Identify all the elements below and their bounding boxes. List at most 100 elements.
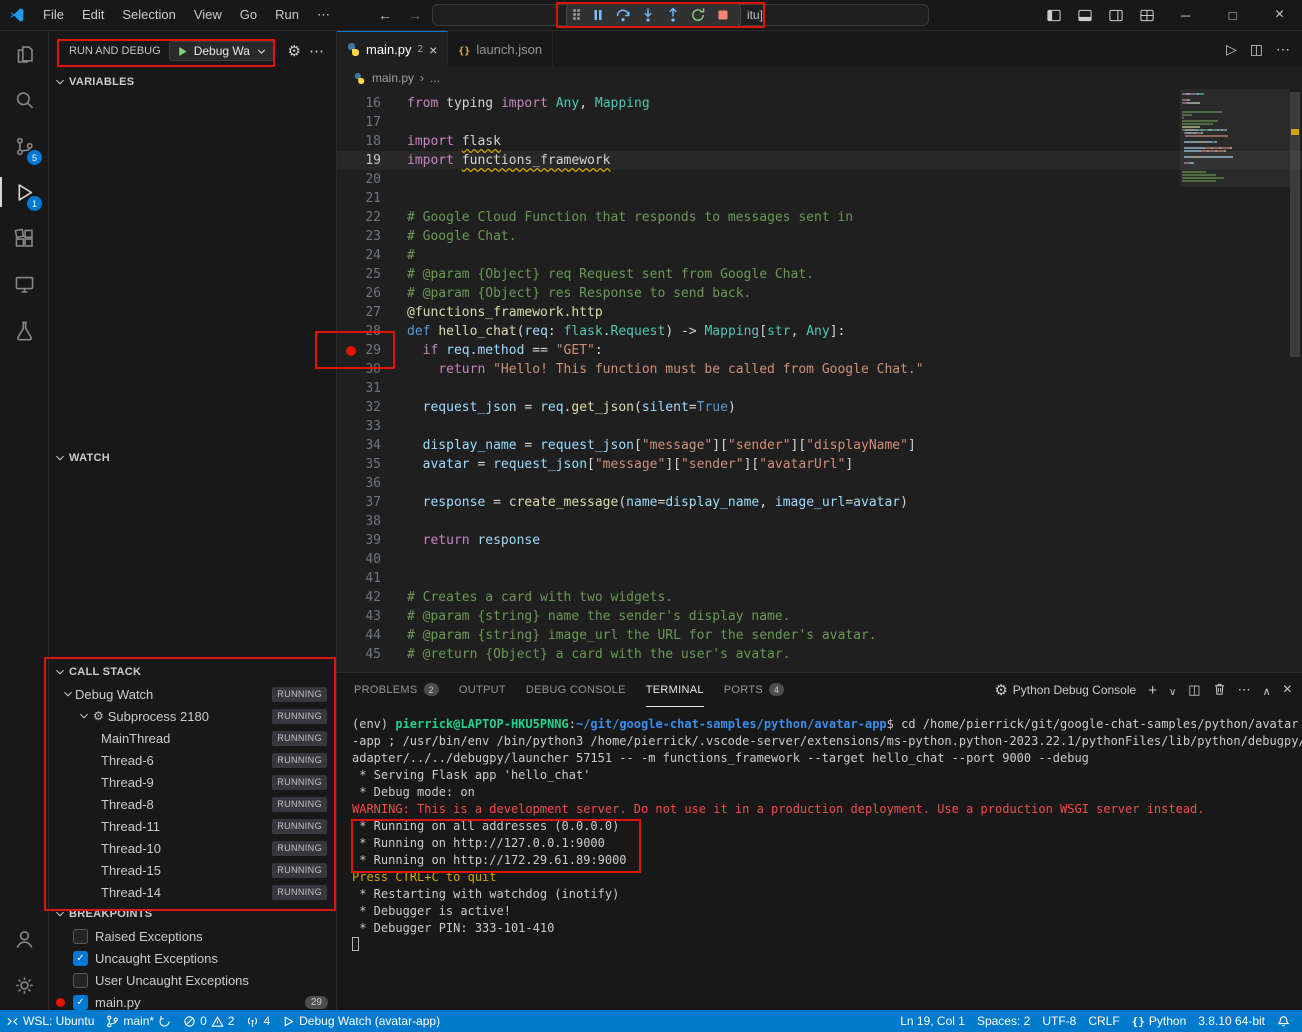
step-over-button[interactable] <box>610 5 635 25</box>
call-stack-row[interactable]: Thread-10RUNNING <box>49 837 336 859</box>
menu-go[interactable]: Go <box>231 0 266 30</box>
status-problems[interactable]: 0 2 <box>177 1010 240 1032</box>
code-line[interactable]: 40 <box>337 550 1302 569</box>
maximize-panel-icon[interactable] <box>1263 683 1271 698</box>
panel-tab-debug-console[interactable]: DEBUG CONSOLE <box>526 673 626 707</box>
activity-extensions[interactable] <box>0 215 48 261</box>
activity-explorer[interactable] <box>0 31 48 77</box>
code-line[interactable]: 45# @return {Object} a card with the use… <box>337 645 1302 664</box>
restart-button[interactable] <box>685 5 710 25</box>
call-stack-row[interactable]: Thread-15RUNNING <box>49 859 336 881</box>
close-panel-icon[interactable] <box>1283 681 1292 699</box>
line-number[interactable]: 27 <box>337 303 395 322</box>
line-number[interactable]: 40 <box>337 550 395 569</box>
line-number[interactable]: 28 <box>337 322 395 341</box>
run-python-file-icon[interactable] <box>1226 41 1237 58</box>
status-encoding[interactable]: UTF-8 <box>1036 1010 1082 1032</box>
code-line[interactable]: 30 return "Hello! This function must be … <box>337 360 1302 379</box>
code-line[interactable]: 43# @param {string} name the sender's di… <box>337 607 1302 626</box>
line-number[interactable]: 36 <box>337 474 395 493</box>
code-line[interactable]: 37 response = create_message(name=displa… <box>337 493 1302 512</box>
debug-config-dropdown[interactable]: Debug Wa <box>169 41 275 61</box>
customize-layout-icon[interactable] <box>1132 2 1161 28</box>
status-interpreter[interactable]: 3.8.10 64-bit <box>1192 1010 1271 1032</box>
status-debug-session[interactable]: Debug Watch (avatar-app) <box>276 1010 446 1032</box>
line-number[interactable]: 21 <box>337 189 395 208</box>
activity-search[interactable] <box>0 77 48 123</box>
code-editor[interactable]: 16from typing import Any, Mapping1718imp… <box>337 89 1302 672</box>
breakpoint-row[interactable]: Uncaught Exceptions <box>49 947 336 969</box>
line-number[interactable]: 16 <box>337 94 395 113</box>
line-number[interactable]: 44 <box>337 626 395 645</box>
code-line[interactable]: 27@functions_framework.http <box>337 303 1302 322</box>
stop-button[interactable] <box>710 5 735 25</box>
code-line[interactable]: 20 <box>337 170 1302 189</box>
close-button[interactable] <box>1257 0 1302 30</box>
minimize-button[interactable] <box>1163 0 1208 30</box>
breakpoint-checkbox[interactable] <box>73 973 88 988</box>
code-line[interactable]: 22# Google Cloud Function that responds … <box>337 208 1302 227</box>
activity-testing[interactable] <box>0 307 48 353</box>
minimap[interactable] <box>1182 89 1288 183</box>
step-out-button[interactable] <box>660 5 685 25</box>
code-line[interactable]: 33 <box>337 417 1302 436</box>
menu-file[interactable]: File <box>34 0 73 30</box>
maximize-button[interactable] <box>1210 0 1255 30</box>
call-stack-row[interactable]: Thread-8RUNNING <box>49 793 336 815</box>
line-number[interactable]: 32 <box>337 398 395 417</box>
code-line[interactable]: 26# @param {Object} res Response to send… <box>337 284 1302 303</box>
status-branch[interactable]: main* <box>100 1010 177 1032</box>
line-number[interactable]: 39 <box>337 531 395 550</box>
breadcrumb[interactable]: main.py ... <box>337 67 1302 89</box>
tab-launch-json[interactable]: launch.json <box>448 31 553 67</box>
toggle-sidebar-icon[interactable] <box>1039 2 1068 28</box>
line-number[interactable]: 31 <box>337 379 395 398</box>
nav-forward-icon[interactable] <box>408 7 422 23</box>
code-line[interactable]: 32 request_json = req.get_json(silent=Tr… <box>337 398 1302 417</box>
line-number[interactable]: 23 <box>337 227 395 246</box>
line-number[interactable]: 30 <box>337 360 395 379</box>
panel-tab-output[interactable]: OUTPUT <box>459 673 506 707</box>
close-tab-icon[interactable] <box>429 42 437 58</box>
breakpoint-checkbox[interactable] <box>73 951 88 966</box>
line-number[interactable]: 29 <box>337 341 395 360</box>
activity-settings[interactable] <box>0 962 48 1008</box>
menu-[interactable]: ⋯ <box>308 0 339 30</box>
call-stack-section-header[interactable]: CALL STACK <box>49 661 336 683</box>
line-number[interactable]: 18 <box>337 132 395 151</box>
watch-section-header[interactable]: WATCH <box>49 447 336 469</box>
code-line[interactable]: 16from typing import Any, Mapping <box>337 94 1302 113</box>
menu-edit[interactable]: Edit <box>73 0 113 30</box>
menu-selection[interactable]: Selection <box>113 0 184 30</box>
code-line[interactable]: 21 <box>337 189 1302 208</box>
line-number[interactable]: 38 <box>337 512 395 531</box>
nav-back-icon[interactable] <box>378 7 392 23</box>
status-ports[interactable]: 4 <box>240 1010 276 1032</box>
line-number[interactable]: 37 <box>337 493 395 512</box>
breakpoint-checkbox[interactable] <box>73 995 88 1010</box>
launch-profile-chevron-icon[interactable] <box>1169 683 1176 698</box>
start-debug-icon[interactable] <box>176 45 189 58</box>
line-number[interactable]: 43 <box>337 607 395 626</box>
line-number[interactable]: 24 <box>337 246 395 265</box>
menu-view[interactable]: View <box>185 0 231 30</box>
call-stack-row[interactable]: ⚙Subprocess 2180RUNNING <box>49 705 336 727</box>
pause-button[interactable] <box>585 5 610 25</box>
line-number[interactable]: 22 <box>337 208 395 227</box>
code-line[interactable]: 31 <box>337 379 1302 398</box>
line-number[interactable]: 34 <box>337 436 395 455</box>
breakpoint-row[interactable]: Raised Exceptions <box>49 925 336 947</box>
menu-run[interactable]: Run <box>266 0 308 30</box>
step-into-button[interactable] <box>635 5 660 25</box>
code-line[interactable]: 18import flask <box>337 132 1302 151</box>
status-eol[interactable]: CRLF <box>1082 1010 1125 1032</box>
sidebar-more-actions-icon[interactable] <box>309 42 324 60</box>
breakpoints-section-header[interactable]: BREAKPOINTS <box>49 903 336 925</box>
call-stack-row[interactable]: Thread-11RUNNING <box>49 815 336 837</box>
code-line[interactable]: 28def hello_chat(req: flask.Request) -> … <box>337 322 1302 341</box>
status-cursor-position[interactable]: Ln 19, Col 1 <box>894 1010 971 1032</box>
line-number[interactable]: 45 <box>337 645 395 664</box>
debug-settings-gear-icon[interactable] <box>288 42 301 60</box>
line-number[interactable]: 20 <box>337 170 395 189</box>
code-line[interactable]: 38 <box>337 512 1302 531</box>
